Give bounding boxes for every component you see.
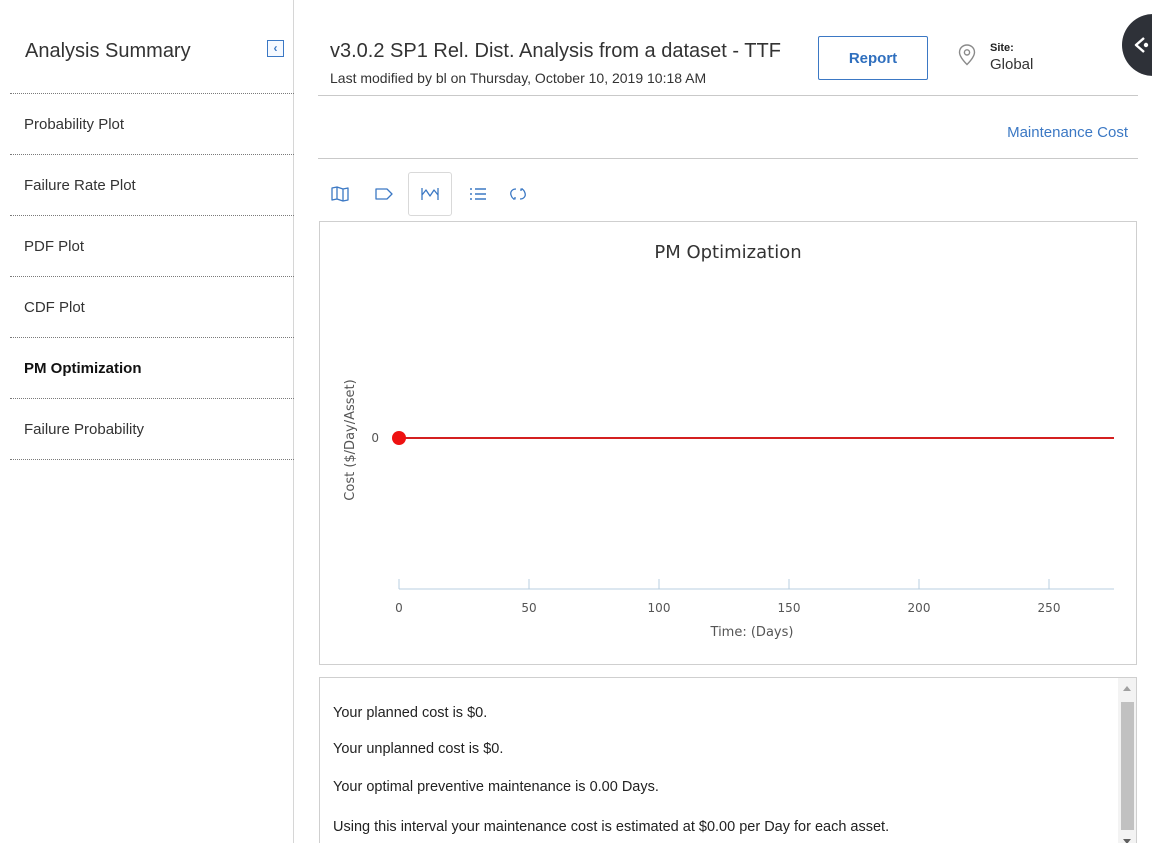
list-icon — [470, 188, 486, 200]
chevron-left-icon: ‹ — [273, 41, 278, 55]
chart-title: PM Optimization — [654, 242, 801, 263]
chart-toolbar — [320, 172, 620, 216]
map-icon — [331, 186, 349, 202]
site-label: Site: — [990, 42, 1014, 54]
sidebar-item-pdf-plot[interactable]: PDF Plot — [10, 216, 294, 277]
results-panel: Your planned cost is $0. Your unplanned … — [319, 677, 1137, 843]
sidebar-item-label: PM Optimization — [24, 360, 142, 377]
chart-tool-button[interactable] — [408, 172, 452, 216]
reset-icon — [510, 188, 526, 200]
x-tick-label: 0 — [395, 601, 403, 615]
y-tick-label: 0 — [371, 431, 379, 445]
y-axis-label: Cost ($/Day/Asset) — [343, 379, 358, 500]
tag-icon — [375, 188, 393, 200]
chart-line-icon — [421, 188, 439, 200]
map-tool-button[interactable] — [322, 172, 358, 216]
plot-area: 0 50 100 150 200 250 0 — [371, 431, 1114, 615]
x-tick-label: 250 — [1038, 601, 1061, 615]
x-axis-label: Time: (Days) — [710, 625, 794, 640]
chart-svg: PM Optimization Cost ($/Day/Asset) Time:… — [343, 242, 1114, 640]
results-scrollbar[interactable] — [1118, 678, 1136, 843]
x-tick-label: 100 — [648, 601, 671, 615]
planned-cost-text: Your planned cost is $0. — [333, 705, 488, 721]
collapse-sidebar-button[interactable]: ‹ — [267, 40, 284, 57]
sidebar-item-label: Failure Probability — [24, 421, 145, 438]
report-button[interactable]: Report — [818, 36, 928, 80]
page-title: v3.0.2 SP1 Rel. Dist. Analysis from a da… — [330, 40, 781, 62]
location-pin-icon — [958, 44, 976, 66]
sidebar-item-pm-optimization[interactable]: PM Optimization — [10, 338, 294, 399]
sidebar-header: Analysis Summary ‹ — [10, 0, 294, 94]
navigation-icon — [1134, 37, 1149, 53]
list-tool-button[interactable] — [460, 172, 496, 216]
sidebar-item-probability-plot[interactable]: Probability Plot — [10, 94, 294, 155]
sidebar-item-failure-probability[interactable]: Failure Probability — [10, 399, 294, 460]
label-tool-button[interactable] — [366, 172, 402, 216]
x-tick-label: 150 — [778, 601, 801, 615]
site-value: Global — [990, 56, 1034, 73]
scroll-thumb[interactable] — [1121, 702, 1134, 830]
sidebar-item-failure-rate-plot[interactable]: Failure Rate Plot — [10, 155, 294, 216]
sidebar-item-label: PDF Plot — [24, 238, 85, 255]
analysis-header: v3.0.2 SP1 Rel. Dist. Analysis from a da… — [318, 0, 1138, 96]
reset-tool-button[interactable] — [500, 172, 536, 216]
sidebar: Analysis Summary ‹ Probability Plot Fail… — [0, 0, 294, 843]
data-point — [392, 431, 406, 445]
sidebar-item-cdf-plot[interactable]: CDF Plot — [10, 277, 294, 338]
sidebar-list: Probability Plot Failure Rate Plot PDF P… — [10, 94, 294, 460]
scroll-up-arrow-icon[interactable] — [1123, 686, 1131, 691]
scroll-down-arrow-icon[interactable] — [1123, 839, 1131, 843]
sidebar-item-label: Probability Plot — [24, 116, 125, 133]
sidebar-title: Analysis Summary — [25, 40, 191, 62]
maintenance-cost-link[interactable]: Maintenance Cost — [1007, 124, 1128, 141]
x-tick-label: 50 — [521, 601, 536, 615]
last-modified-text: Last modified by bl on Thursday, October… — [330, 70, 707, 86]
sidebar-item-label: CDF Plot — [24, 299, 85, 316]
maintenance-bar: Maintenance Cost — [318, 96, 1138, 159]
optimal-pm-text: Your optimal preventive maintenance is 0… — [333, 779, 659, 795]
x-tick-label: 200 — [908, 601, 931, 615]
sidebar-item-label: Failure Rate Plot — [24, 177, 136, 194]
maintenance-cost-estimate-text: Using this interval your maintenance cos… — [333, 819, 890, 835]
pm-optimization-chart: PM Optimization Cost ($/Day/Asset) Time:… — [319, 221, 1137, 665]
unplanned-cost-text: Your unplanned cost is $0. — [333, 741, 504, 757]
